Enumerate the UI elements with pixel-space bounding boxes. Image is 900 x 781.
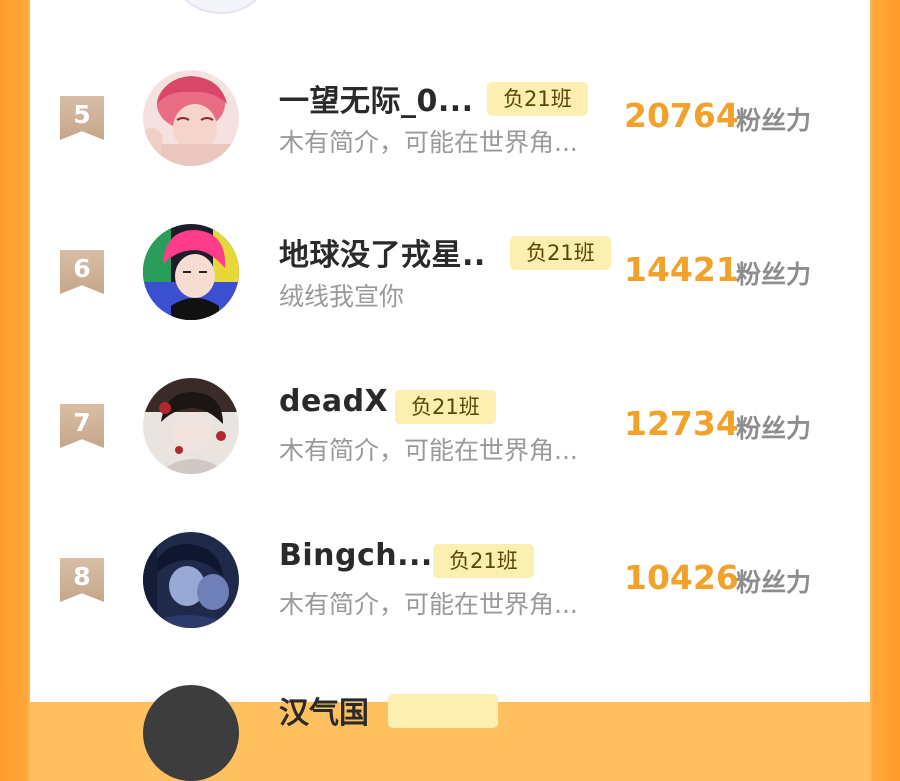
user-name[interactable]: 一望无际_0...	[279, 76, 474, 120]
user-name-partial[interactable]: 汉气国	[279, 688, 369, 732]
class-badge-partial	[388, 694, 498, 728]
rank-badge: 6	[60, 250, 104, 294]
user-bio: 绒线我宣你	[279, 282, 405, 311]
fan-score: 20764	[624, 96, 739, 135]
class-badge: 负21班	[487, 82, 588, 116]
user-bio: 木有简介，可能在世界角...	[279, 590, 578, 619]
list-item[interactable]: 5 一望无际_0... 负21班 木有简介，可能在世界角... 20764 粉丝…	[30, 68, 870, 188]
list-item[interactable]: 7 deadX 负21班 木有简介，可能在世界角... 12734 粉丝力	[30, 376, 870, 496]
ranking-panel: 5 一望无际_0... 负21班 木有简介，可能在世界角... 20764 粉丝…	[30, 0, 870, 702]
user-bio: 木有简介，可能在世界角...	[279, 128, 578, 157]
avatar[interactable]	[143, 378, 239, 474]
class-badge: 负21班	[395, 390, 496, 424]
avatar-partial-top[interactable]	[173, 0, 269, 14]
rank-badge: 8	[60, 558, 104, 602]
rank-badge: 5	[60, 96, 104, 140]
fan-score-unit: 粉丝力	[736, 106, 812, 135]
avatar[interactable]	[143, 224, 239, 320]
fan-score-unit: 粉丝力	[736, 568, 812, 597]
user-name[interactable]: deadX	[279, 384, 388, 419]
user-bio: 木有简介，可能在世界角...	[279, 436, 578, 465]
fan-score: 12734	[624, 404, 739, 443]
avatar[interactable]	[143, 70, 239, 166]
class-badge: 负21班	[433, 544, 534, 578]
fan-score: 10426	[624, 558, 739, 597]
fan-score-unit: 粉丝力	[736, 414, 812, 443]
fan-score-unit: 粉丝力	[736, 260, 812, 289]
fan-score: 14421	[624, 250, 739, 289]
avatar[interactable]	[143, 532, 239, 628]
class-badge: 负21班	[510, 236, 611, 270]
avatar-partial-bottom[interactable]	[143, 685, 239, 781]
list-item[interactable]: 8 Bingch... 负21班 木有简介，可能在世界角... 10426 粉丝…	[30, 530, 870, 650]
user-name[interactable]: 地球没了戎星..	[279, 230, 486, 274]
rank-badge: 7	[60, 404, 104, 448]
user-name[interactable]: Bingch...	[279, 538, 433, 573]
list-item[interactable]: 6 地球没了戎星.. 负21班 绒线我宣你 14421 粉丝力	[30, 222, 870, 342]
